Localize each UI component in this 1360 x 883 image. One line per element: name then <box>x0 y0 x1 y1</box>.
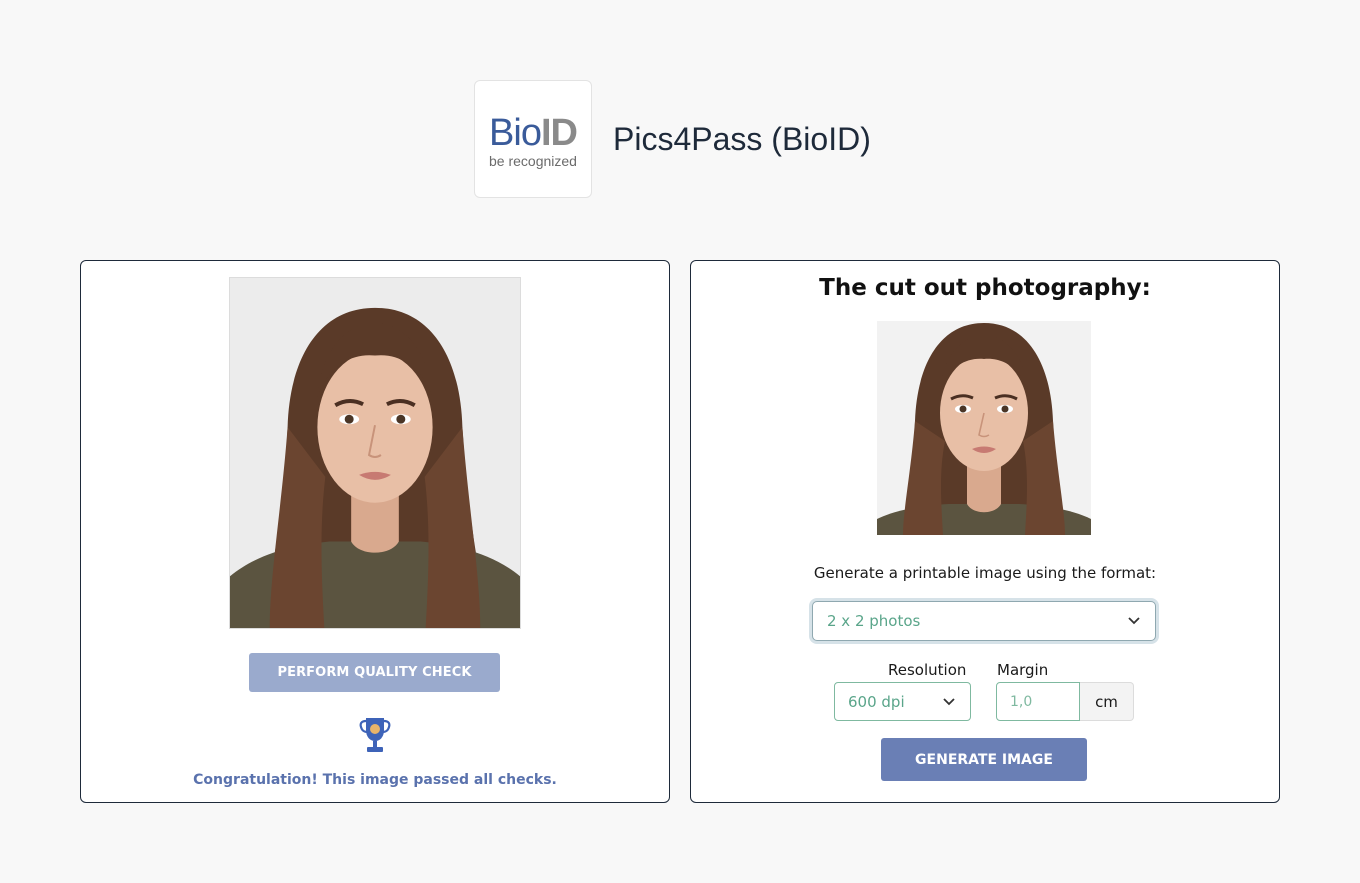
page-header: BioID be recognized Pics4Pass (BioID) <box>474 80 871 198</box>
logo-text-id: ID <box>540 111 578 154</box>
margin-input[interactable]: 1,0 <box>996 682 1080 721</box>
resolution-select[interactable]: 600 dpi <box>834 682 971 721</box>
margin-label: Margin <box>997 661 1049 679</box>
logo-tagline: be recognized <box>489 152 577 169</box>
perform-quality-check-button[interactable]: PERFORM QUALITY CHECK <box>249 653 500 692</box>
resolution-select-value: 600 dpi <box>848 692 905 711</box>
margin-input-group: 1,0 cm <box>996 682 1134 721</box>
format-select[interactable]: 2 x 2 photos <box>812 601 1156 641</box>
margin-unit-label: cm <box>1080 682 1134 721</box>
logo-wordmark: BioID <box>489 111 578 154</box>
format-select-value: 2 x 2 photos <box>827 612 921 630</box>
format-label: Generate a printable image using the for… <box>813 564 1157 582</box>
chevron-down-icon <box>943 697 955 705</box>
cut-out-portrait-illustration <box>877 321 1091 535</box>
bioid-logo: BioID be recognized <box>474 80 592 198</box>
quality-check-panel: PERFORM QUALITY CHECK Congratulation! Th… <box>80 260 670 803</box>
app-title: Pics4Pass (BioID) <box>613 120 871 157</box>
cut-out-portrait-photo <box>877 321 1091 535</box>
logo-text-bio: Bio <box>489 111 542 154</box>
cut-out-panel: The cut out photography: Generate a prin… <box>690 260 1280 803</box>
uploaded-portrait-photo <box>229 277 521 629</box>
trophy-icon <box>359 718 391 752</box>
generate-image-button[interactable]: GENERATE IMAGE <box>881 738 1087 781</box>
cut-out-title: The cut out photography: <box>819 275 1151 301</box>
chevron-down-icon <box>1128 617 1140 625</box>
quality-result-message: Congratulation! This image passed all ch… <box>193 772 557 788</box>
resolution-label: Resolution <box>888 661 967 679</box>
portrait-illustration <box>230 278 520 628</box>
